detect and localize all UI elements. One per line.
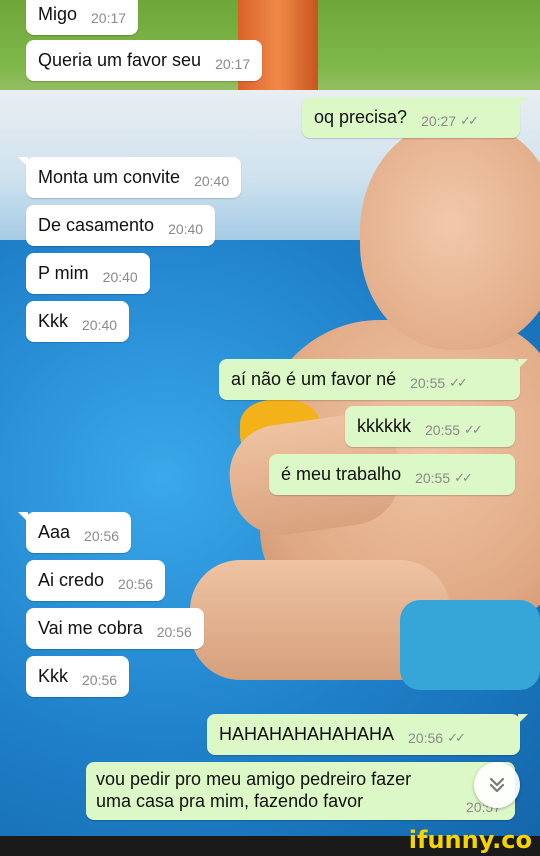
message-bubble-incoming[interactable]: P mim 20:40 [26,253,150,294]
message-text: Kkk [38,311,69,331]
message-text-line: vou pedir pro meu amigo pedreiro fazer [96,769,412,789]
message-time: 20:56 [408,730,444,746]
baby-head [360,120,540,350]
message-bubble-outgoing[interactable]: aí não é um favor né 20:55 ✓✓ [219,359,528,400]
message-text: Vai me cobra [38,618,143,638]
scroll-to-bottom-button[interactable] [474,762,520,808]
message-bubble-incoming[interactable]: Migo 20:17 [26,0,139,35]
message-text: HAHAHAHAHAHAHA [219,724,395,744]
message-bubble-incoming[interactable]: Kkk 20:56 [26,656,130,697]
message-time: 20:40 [102,269,138,285]
message-text: De casamento [38,215,155,235]
message-text: Migo [38,4,78,24]
message-bubble-outgoing[interactable]: é meu trabalho 20:55 ✓✓ [269,454,515,495]
message-time: 20:40 [82,317,118,333]
message-time: 20:56 [82,672,118,688]
message-bubble-incoming[interactable]: Monta um convite 20:40 [17,157,242,198]
watermark-logo: ifunny.co [408,826,532,854]
message-time: 20:56 [84,528,120,544]
message-text: aí não é um favor né [231,369,397,389]
message-time: 20:40 [168,221,204,237]
message-time: 20:40 [194,173,230,189]
message-bubble-incoming[interactable]: De casamento 20:40 [26,205,216,246]
message-time: 20:17 [91,10,127,26]
message-time: 20:55 [415,470,451,486]
message-text: Queria um favor seu [38,50,202,70]
message-bubble-incoming[interactable]: Queria um favor seu 20:17 [26,40,263,81]
message-text-line: uma casa pra mim, fazendo favor [96,791,364,811]
message-text: Monta um convite [38,167,181,187]
message-text: é meu trabalho [281,464,402,484]
message-text: oq precisa? [314,107,408,127]
message-time: 20:17 [215,56,251,72]
read-receipt-icon: ✓✓ [447,730,466,745]
message-bubble-incoming[interactable]: Vai me cobra 20:56 [26,608,204,649]
message-bubble-outgoing[interactable]: oq precisa? 20:27 ✓✓ [302,97,528,138]
message-bubble-outgoing[interactable]: HAHAHAHAHAHAHA 20:56 ✓✓ [207,714,528,755]
message-bubble-incoming[interactable]: Kkk 20:40 [26,301,130,342]
message-bubble-incoming[interactable]: Ai credo 20:56 [26,560,166,601]
message-text: kkkkkk [357,416,411,436]
read-receipt-icon: ✓✓ [454,470,473,485]
read-receipt-icon: ✓✓ [449,375,468,390]
message-time: 20:56 [156,624,192,640]
message-text: P mim [38,263,89,283]
chevron-double-down-icon [489,777,505,793]
message-time: 20:56 [118,576,154,592]
message-bubble-incoming[interactable]: Aaa 20:56 [17,512,132,553]
message-text: Ai credo [38,570,105,590]
read-receipt-icon: ✓✓ [460,113,479,128]
message-text: Kkk [38,666,69,686]
message-time: 20:55 [410,375,446,391]
message-time: 20:27 [421,113,457,129]
message-bubble-outgoing[interactable]: vou pedir pro meu amigo pedreiro fazer u… [86,762,515,820]
read-receipt-icon: ✓✓ [464,422,483,437]
message-text: Aaa [38,522,71,542]
baby-diaper [400,600,540,690]
message-time: 20:55 [425,422,461,438]
message-bubble-outgoing[interactable]: kkkkkk 20:55 ✓✓ [345,406,515,447]
